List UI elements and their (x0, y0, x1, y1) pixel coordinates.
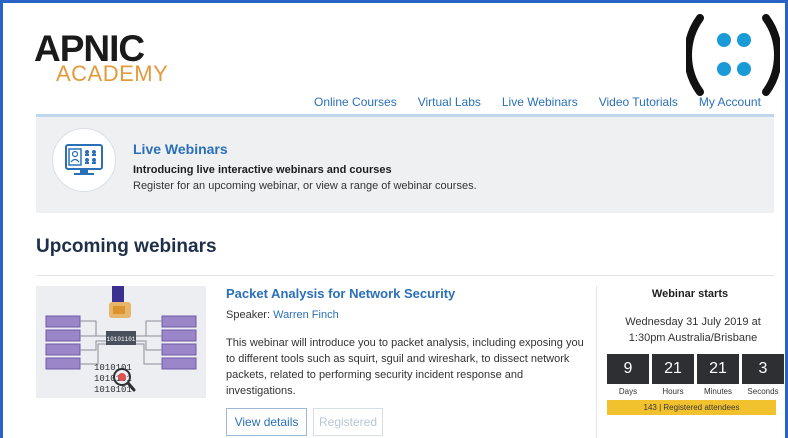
banner-title: Live Webinars (133, 141, 228, 157)
countdown-date-line2: 1:30pm Australia/Brisbane (628, 332, 758, 344)
nav-my-account[interactable]: My Account (699, 95, 761, 109)
banner-subtitle: Introducing live interactive webinars an… (133, 164, 392, 176)
countdown-boxes: 9 Days 21 Hours 21 Minutes 3 Seconds (607, 354, 784, 396)
thumb-packet-text: 10101101 (107, 336, 136, 343)
countdown-heading: Webinar starts (651, 288, 729, 300)
countdown-minutes-value: 21 (697, 354, 739, 384)
view-details-button[interactable]: View details (226, 408, 307, 436)
countdown-seconds: 3 Seconds (742, 354, 784, 396)
main-nav: Online Courses Virtual Labs Live Webinar… (314, 95, 761, 109)
nav-live-webinars[interactable]: Live Webinars (502, 95, 578, 109)
apnic-academy-logo[interactable]: APNIC ACADEMY (34, 30, 169, 86)
registered-attendees-badge: 143 | Registered attendees (607, 400, 776, 415)
countdown-minutes: 21 Minutes (697, 354, 739, 396)
countdown-seconds-value: 3 (742, 354, 784, 384)
countdown-hours-label: Hours (662, 387, 684, 396)
logo-academy-text: ACADEMY (56, 61, 169, 86)
section-divider (36, 275, 774, 276)
thumb-binary-1: 1010101 (94, 363, 132, 373)
registered-button[interactable]: Registered (313, 408, 383, 436)
nav-online-courses[interactable]: Online Courses (314, 95, 397, 109)
countdown-panel: Webinar starts Wednesday 31 July 2019 at… (596, 286, 784, 438)
countdown-days: 9 Days (607, 354, 649, 396)
webinar-description: This webinar will introduce you to packe… (226, 337, 584, 397)
upcoming-webinars-heading: Upcoming webinars (36, 236, 217, 257)
nav-video-tutorials[interactable]: Video Tutorials (599, 95, 678, 109)
countdown-minutes-label: Minutes (703, 387, 732, 396)
brand-dots-icon (686, 14, 780, 96)
nav-virtual-labs[interactable]: Virtual Labs (418, 95, 481, 109)
countdown-date: Wednesday 31 July 2019 at 1:30pm Austral… (603, 314, 783, 346)
webinar-title-link[interactable]: Packet Analysis for Network Security (226, 286, 455, 301)
banner-description: Register for an upcoming webinar, or vie… (133, 180, 477, 192)
live-webinars-banner: Live Webinars Introducing live interacti… (36, 114, 774, 213)
countdown-seconds-label: Seconds (747, 387, 779, 396)
webinar-screen-icon (52, 128, 116, 192)
webinar-speaker: Speaker: Warren Finch (226, 309, 339, 321)
countdown-hours-value: 21 (652, 354, 694, 384)
countdown-days-label: Days (618, 387, 638, 396)
countdown-days-value: 9 (607, 354, 649, 384)
countdown-date-line1: Wednesday 31 July 2019 at (625, 316, 761, 328)
thumb-binary-2: 1010101 (94, 374, 132, 384)
webinar-thumbnail[interactable]: 10101101 1010101 1010101 1010101 (36, 286, 206, 398)
speaker-name-link[interactable]: Warren Finch (273, 309, 339, 321)
speaker-label: Speaker: (226, 309, 271, 321)
countdown-hours: 21 Hours (652, 354, 694, 396)
thumb-binary-3: 1010101 (94, 385, 132, 395)
